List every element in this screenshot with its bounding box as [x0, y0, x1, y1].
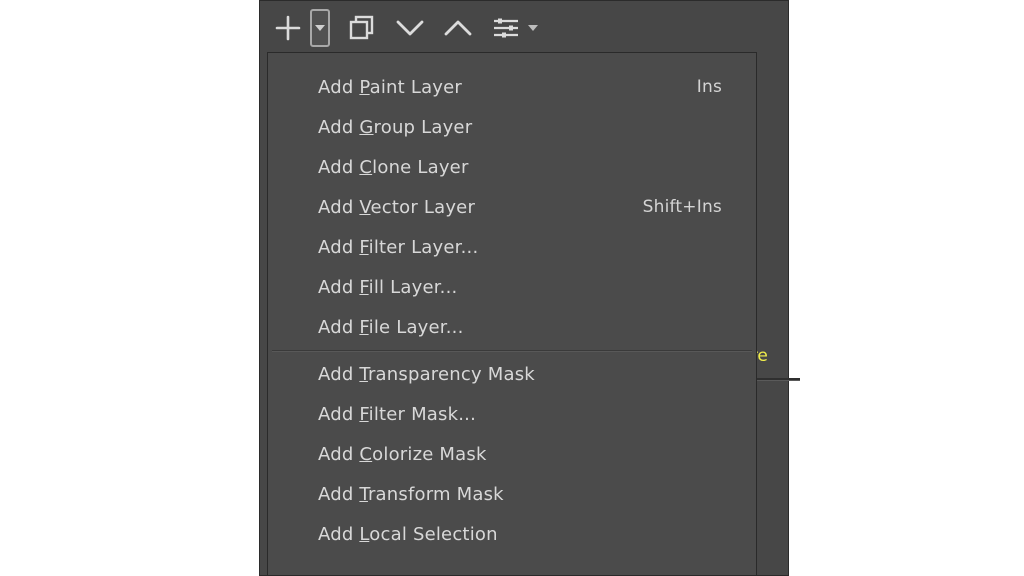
menu-item-label: Add Paint Layer: [318, 77, 462, 98]
menu-item-label: Add Filter Layer...: [318, 237, 478, 258]
add-layer-button[interactable]: [272, 12, 304, 44]
menu-item[interactable]: Add Fill Layer...: [268, 267, 756, 307]
menu-item-label: Add Vector Layer: [318, 197, 475, 218]
menu-item-label: Add File Layer...: [318, 317, 464, 338]
layers-toolbar: [272, 5, 776, 51]
layer-properties-button[interactable]: [490, 12, 522, 44]
menu-item[interactable]: Add File Layer...: [268, 307, 756, 347]
layer-properties-dropdown[interactable]: [528, 24, 538, 32]
chevron-up-large-icon: [443, 18, 473, 38]
menu-item[interactable]: Add Group Layer: [268, 107, 756, 147]
menu-item-label: Add Colorize Mask: [318, 444, 487, 465]
chevron-down-small-icon: [528, 24, 538, 32]
add-layer-dropdown[interactable]: [310, 9, 330, 47]
menu-item[interactable]: Add Clone Layer: [268, 147, 756, 187]
menu-item-label: Add Clone Layer: [318, 157, 469, 178]
menu-item[interactable]: Add Colorize Mask: [268, 434, 756, 474]
move-layer-up-button[interactable]: [442, 12, 474, 44]
duplicate-layer-icon: [348, 14, 376, 42]
menu-item-shortcut: Shift+Ins: [643, 197, 722, 217]
add-layer-menu: Add Paint Layer Ins Add Group Layer Add Clo…: [267, 52, 757, 576]
chevron-down-icon: [315, 24, 325, 32]
menu-item[interactable]: Add Paint Layer Ins: [268, 67, 756, 107]
chevron-down-large-icon: [395, 18, 425, 38]
menu-item-label: Add Filter Mask...: [318, 404, 476, 425]
duplicate-layer-button[interactable]: [346, 12, 378, 44]
menu-item[interactable]: Add Vector Layer Shift+Ins: [268, 187, 756, 227]
menu-item[interactable]: Add Transparency Mask: [268, 354, 756, 394]
menu-item-label: Add Local Selection: [318, 524, 498, 545]
menu-item[interactable]: Add Transform Mask: [268, 474, 756, 514]
menu-separator: [272, 350, 752, 351]
menu-item-label: Add Fill Layer...: [318, 277, 457, 298]
menu-item-label: Add Transparency Mask: [318, 364, 535, 385]
menu-item-label: Add Group Layer: [318, 117, 472, 138]
menu-item[interactable]: Add Local Selection: [268, 514, 756, 554]
plus-icon: [275, 15, 301, 41]
sliders-icon: [492, 16, 520, 40]
menu-item[interactable]: Add Filter Layer...: [268, 227, 756, 267]
menu-item-shortcut: Ins: [697, 77, 722, 97]
menu-item-label: Add Transform Mask: [318, 484, 504, 505]
move-layer-down-button[interactable]: [394, 12, 426, 44]
menu-item[interactable]: Add Filter Mask...: [268, 394, 756, 434]
